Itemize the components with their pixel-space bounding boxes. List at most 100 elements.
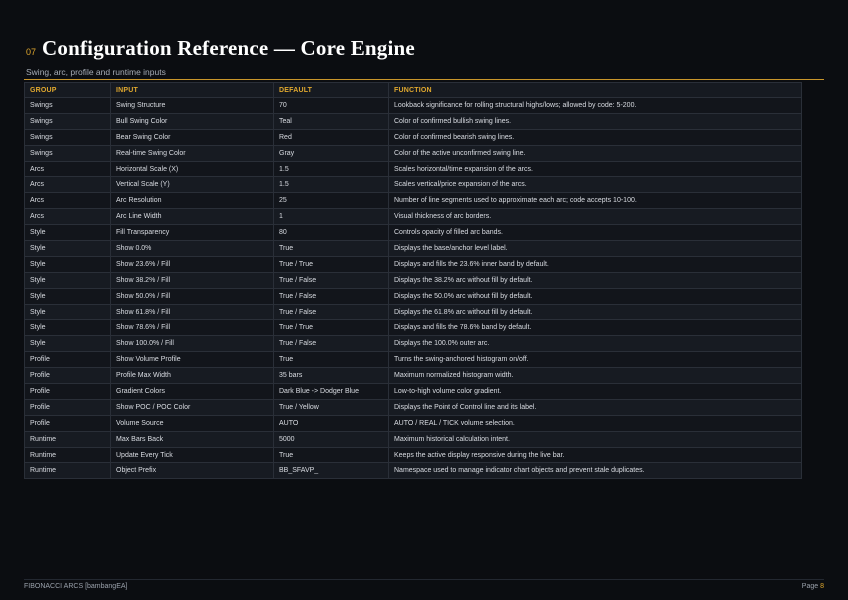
table-row: Runtime Max Bars Back 5000 Maximum historic… [24,430,802,448]
table-body: Swings Swing Structure 70 Lookback signific… [24,97,802,480]
cell-function: Color of confirmed bullish swing lines. [388,112,802,130]
cell-group: Arcs [24,192,111,210]
cell-input: Show 38.2% / Fill [110,271,274,289]
cell-input: Show 100.0% / Fill [110,335,274,353]
cell-default: True [273,351,389,369]
cell-default: True / False [273,287,389,305]
table-row: Runtime Update Every Tick True Keeps the ac… [24,446,802,464]
cell-group: Swings [24,144,111,162]
table-row: Style Show 0.0% True Displays the base/anch… [24,240,802,257]
cell-input: Vertical Scale (Y) [110,176,274,194]
table-row: Arcs Horizontal Scale (X) 1.5 Scales horizo… [24,160,802,178]
table-header-row: GROUP INPUT DEFAULT FUNCTION [24,82,802,98]
table-row: Arcs Arc Line Width 1 Visual thickness of a… [24,208,802,226]
table-row: Style Show 61.8% / Fill True / False Displa… [24,303,802,321]
cell-input: Show 0.0% [110,240,274,257]
cell-default: 1.5 [273,176,389,194]
table-row: Runtime Object Prefix BB_SFAVP_ Namespace u… [24,462,802,480]
cell-function: Displays the base/anchor level label. [388,240,802,257]
cell-group: Runtime [24,446,111,464]
table-row: Swings Real-time Swing Color Gray Color of … [24,144,802,162]
cell-group: Arcs [24,208,111,226]
cell-input: Show 78.6% / Fill [110,319,274,337]
cell-function: Displays the 100.0% outer arc. [388,335,802,353]
section-number: 07 [26,47,37,57]
cell-group: Profile [24,351,111,369]
cell-function: Displays the 50.0% arc without fill by d… [388,287,802,305]
cell-default: 1.5 [273,160,389,178]
table-row: Profile Volume Source AUTO AUTO / REAL / TI… [24,414,802,432]
table-row: Swings Bull Swing Color Teal Color of confi… [24,112,802,130]
cell-group: Style [24,224,111,242]
cell-input: Swing Structure [110,97,274,114]
footer-document-title: FIBONACCI ARCS [bambangEA] [24,583,128,590]
table-row: Style Show 50.0% / Fill True / False Displa… [24,287,802,305]
cell-default: Red [273,128,389,146]
cell-default: True / Yellow [273,398,389,416]
header-divider [24,79,824,80]
cell-input: Arc Line Width [110,208,274,226]
cell-default: 25 [273,192,389,210]
cell-input: Gradient Colors [110,383,274,400]
cell-function: Color of confirmed bearish swing lines. [388,128,802,146]
title-row: 07 Configuration Reference — Core Engine [26,36,822,61]
cell-group: Swings [24,97,111,114]
cell-input: Max Bars Back [110,430,274,448]
column-header-default: DEFAULT [273,82,389,98]
cell-function: Controls opacity of filled arc bands. [388,224,802,242]
cell-input: Object Prefix [110,462,274,480]
cell-function: Number of line segments used to approxim… [388,192,802,210]
page-label: Page [801,583,819,590]
table-row: Style Show 78.6% / Fill True / True Display… [24,319,802,337]
cell-group: Profile [24,383,111,400]
cell-default: 70 [273,97,389,114]
table-row: Profile Show Volume Profile True Turns the … [24,351,802,369]
cell-default: BB_SFAVP_ [273,462,389,480]
cell-default: True / False [273,303,389,321]
cell-group: Runtime [24,430,111,448]
footer-page: Page 8 [802,583,824,590]
cell-input: Real-time Swing Color [110,144,274,162]
table-row: Style Fill Transparency 80 Controls opacity… [24,224,802,242]
cell-function: Color of the active unconfirmed swing li… [388,144,802,162]
table-row: Profile Profile Max Width 35 bars Maximum n… [24,367,802,385]
cell-input: Show 23.6% / Fill [110,255,274,273]
cell-default: 5000 [273,430,389,448]
cell-default: True [273,240,389,257]
cell-function: Turns the swing-anchored histogram on/of… [388,351,802,369]
table-row: Style Show 100.0% / Fill True / False Displ… [24,335,802,353]
config-table: GROUP INPUT DEFAULT FUNCTION Swings Swing… [24,82,802,480]
cell-group: Style [24,335,111,353]
cell-input: Bull Swing Color [110,112,274,130]
cell-group: Runtime [24,462,111,480]
cell-group: Style [24,255,111,273]
cell-group: Profile [24,398,111,416]
table-row: Arcs Vertical Scale (Y) 1.5 Scales vertical… [24,176,802,194]
cell-default: True / False [273,335,389,353]
cell-function: Displays and fills the 78.6% band by def… [388,319,802,337]
cell-group: Style [24,303,111,321]
cell-function: Maximum normalized histogram width. [388,367,802,385]
cell-group: Swings [24,112,111,130]
cell-group: Profile [24,367,111,385]
cell-function: AUTO / REAL / TICK volume selection. [388,414,802,432]
cell-default: Gray [273,144,389,162]
cell-function: Scales horizontal/time expansion of the … [388,160,802,178]
table-row: Style Show 38.2% / Fill True / False Displa… [24,271,802,289]
cell-group: Arcs [24,160,111,178]
cell-input: Horizontal Scale (X) [110,160,274,178]
cell-default: True / False [273,271,389,289]
cell-group: Style [24,271,111,289]
cell-input: Show Volume Profile [110,351,274,369]
column-header-function: FUNCTION [388,82,802,98]
cell-default: 1 [273,208,389,226]
table-row: Arcs Arc Resolution 25 Number of line segme… [24,192,802,210]
cell-input: Arc Resolution [110,192,274,210]
cell-function: Maximum historical calculation intent. [388,430,802,448]
cell-input: Volume Source [110,414,274,432]
column-header-input: INPUT [110,82,274,98]
cell-default: 80 [273,224,389,242]
cell-function: Displays the 61.8% arc without fill by d… [388,303,802,321]
cell-function: Displays the 38.2% arc without fill by d… [388,271,802,289]
cell-input: Show 50.0% / Fill [110,287,274,305]
